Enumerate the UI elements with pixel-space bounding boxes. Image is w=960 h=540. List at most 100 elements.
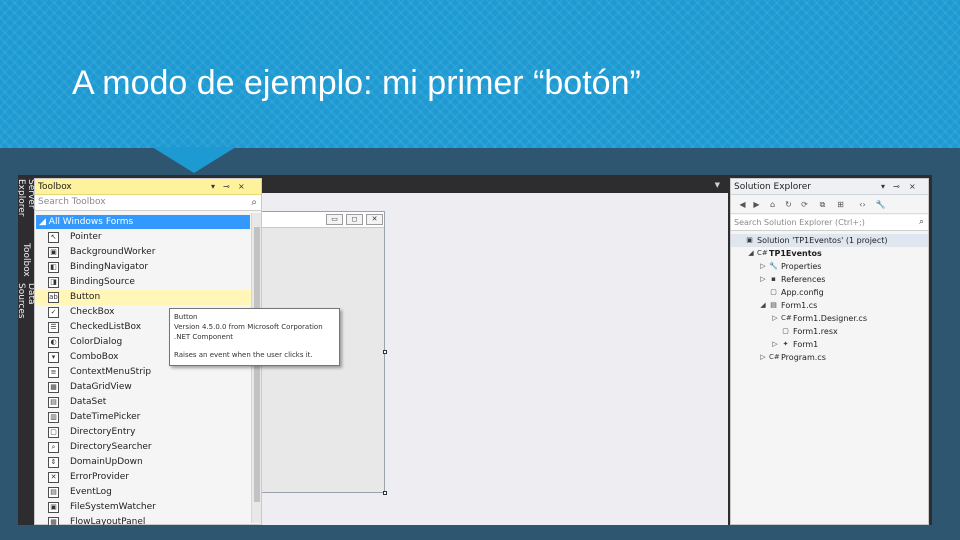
color-dialog-icon: ◐ — [48, 337, 59, 348]
combobox-icon: ▾ — [48, 352, 59, 363]
domain-updown-icon: ⇕ — [48, 457, 59, 468]
toolbox-item[interactable]: ⌕ DirectorySearcher — [35, 440, 251, 455]
filesystem-watcher-icon: ▣ — [48, 502, 59, 513]
ide-screenshot: Server Explorer Toolbox Data Sources ▼ ▭… — [18, 175, 932, 525]
toolbox-search[interactable]: Search Toolbox ⌕ — [35, 195, 261, 211]
solution-search-icon[interactable]: ⌕ — [919, 215, 924, 230]
binding-navigator-icon: ◧ — [48, 262, 59, 273]
toolbox-search-input[interactable]: Search Toolbox — [38, 197, 106, 207]
collapsed-arrow-icon[interactable]: ▷ — [771, 312, 779, 325]
toolbox-item-label: CheckBox — [70, 307, 115, 317]
tree-node[interactable]: ▣ Solution 'TP1Eventos' (1 project) — [731, 234, 928, 247]
toolbox-item[interactable]: ▤ EventLog — [35, 485, 251, 500]
toolbox-item[interactable]: ▦ FlowLayoutPanel — [35, 515, 251, 525]
toolbox-item[interactable]: ▤ DataSet — [35, 395, 251, 410]
forward-icon[interactable]: ▶ — [751, 199, 762, 210]
view-code-icon[interactable]: ‹› — [857, 199, 868, 210]
home-icon[interactable]: ⌂ — [767, 199, 778, 210]
toolbox-item-label: BindingNavigator — [70, 262, 149, 272]
toolbox-item-label: DomainUpDown — [70, 457, 143, 467]
collapsed-arrow-icon[interactable]: ▷ — [759, 351, 767, 364]
properties-wrench-icon[interactable]: 🔧 — [875, 199, 886, 210]
toolbox-item[interactable]: ▦ DataGridView — [35, 380, 251, 395]
toolbox-menu-icon[interactable]: ▾ — [211, 179, 215, 195]
sync-icon[interactable]: ↻ — [783, 199, 794, 210]
toolbox-item-label: ErrorProvider — [70, 472, 129, 482]
csharp-file-icon: C# — [781, 314, 792, 322]
resize-handle-corner[interactable] — [383, 491, 387, 495]
resize-handle-right[interactable] — [383, 350, 387, 354]
solution-explorer-close-icon[interactable]: × — [909, 179, 916, 195]
slide-header: A modo de ejemplo: mi primer “botón” — [0, 0, 960, 148]
toolbox-item[interactable]: ◨ BindingSource — [35, 275, 251, 290]
form-titlebar: ▭ ◻ ✕ — [251, 212, 384, 228]
collapsed-arrow-icon[interactable]: ▷ — [771, 338, 779, 351]
solution-tree: ▣ Solution 'TP1Eventos' (1 project) ◢ C# TP1… — [731, 234, 928, 364]
refresh-icon[interactable]: ⟳ — [799, 199, 810, 210]
toolbox-item[interactable]: ▢ DirectoryEntry — [35, 425, 251, 440]
datetimepicker-icon: ▥ — [48, 412, 59, 423]
close-icon[interactable]: ✕ — [366, 214, 383, 225]
toolbox-item[interactable]: ≡ ContextMenuStrip — [35, 365, 251, 380]
solution-search-input[interactable]: Search Solution Explorer (Ctrl+;) — [734, 218, 865, 227]
toolbox-item[interactable]: ⇕ DomainUpDown — [35, 455, 251, 470]
show-all-icon[interactable]: ⊞ — [835, 199, 846, 210]
toolbox-item-label: DataGridView — [70, 382, 132, 392]
toolbox-item-label: FlowLayoutPanel — [70, 517, 146, 525]
tree-node[interactable]: ▷ ▪ References — [731, 273, 928, 286]
dataset-icon: ▤ — [48, 397, 59, 408]
toolbox-title: Toolbox — [38, 182, 72, 192]
toolbox-group-all-windows-forms[interactable]: ◢ All Windows Forms — [36, 215, 250, 229]
tree-node-label: Properties — [781, 262, 822, 271]
pin-icon[interactable]: ⊸ — [223, 179, 230, 195]
search-icon[interactable]: ⌕ — [251, 195, 257, 210]
minimize-icon[interactable]: ▭ — [326, 214, 343, 225]
properties-icon: 🔧 — [769, 262, 778, 270]
expanded-arrow-icon[interactable]: ◢ — [747, 247, 755, 260]
toolbox-item[interactable]: ▣ BackgroundWorker — [35, 245, 251, 260]
toolbox-item[interactable]: ▥ DateTimePicker — [35, 410, 251, 425]
references-icon: ▪ — [771, 275, 776, 283]
toolbox-item[interactable]: ↖ Pointer — [35, 230, 251, 245]
tree-node-label: Solution 'TP1Eventos' (1 project) — [757, 236, 888, 245]
button-icon: ab — [48, 292, 59, 303]
collapsed-arrow-icon[interactable]: ▷ — [759, 260, 767, 273]
toolbox-item-label: ComboBox — [70, 352, 119, 362]
background-worker-icon: ▣ — [48, 247, 59, 258]
toolbox-item[interactable]: ◧ BindingNavigator — [35, 260, 251, 275]
tree-node[interactable]: ▢ App.config — [731, 286, 928, 299]
tree-node[interactable]: ◢ C# TP1Eventos — [731, 247, 928, 260]
solution-explorer-pin-icon[interactable]: ⊸ — [893, 179, 900, 195]
tree-node-label: App.config — [781, 288, 824, 297]
document-dropdown-icon[interactable]: ▼ — [715, 181, 720, 189]
collapsed-arrow-icon[interactable]: ▷ — [759, 273, 767, 286]
tree-node[interactable]: ▷ C# Program.cs — [731, 351, 928, 364]
binding-source-icon: ◨ — [48, 277, 59, 288]
solution-explorer-titlebar: Solution Explorer ▾ ⊸ × — [731, 179, 928, 195]
tree-node[interactable]: ▷ 🔧 Properties — [731, 260, 928, 273]
tab-toolbox[interactable]: Toolbox — [19, 241, 33, 279]
toolbox-item[interactable]: ✕ ErrorProvider — [35, 470, 251, 485]
toolbox-item[interactable]: ▣ FileSystemWatcher — [35, 500, 251, 515]
tree-node[interactable]: ▢ Form1.resx — [731, 325, 928, 338]
toolbox-item[interactable]: ab Button — [35, 290, 251, 305]
collapse-icon[interactable]: ⧉ — [817, 199, 828, 210]
solution-explorer-title: Solution Explorer — [734, 182, 811, 192]
toolbox-close-icon[interactable]: × — [238, 179, 245, 195]
datagridview-icon: ▦ — [48, 382, 59, 393]
pointer-icon: ↖ — [48, 232, 59, 243]
expanded-arrow-icon[interactable]: ◢ — [759, 299, 767, 312]
csharp-project-icon: C# — [757, 249, 768, 257]
toolbox-scrollbar[interactable] — [251, 213, 261, 523]
solution-explorer-menu-icon[interactable]: ▾ — [881, 179, 885, 195]
back-icon[interactable]: ◀ — [737, 199, 748, 210]
tab-server-explorer[interactable]: Server Explorer — [18, 179, 36, 235]
tree-node[interactable]: ▷ C# Form1.Designer.cs — [731, 312, 928, 325]
toolbox-item-label: Pointer — [70, 232, 102, 242]
tab-data-sources[interactable]: Data Sources — [18, 283, 36, 333]
maximize-icon[interactable]: ◻ — [346, 214, 363, 225]
tooltip-version: Version 4.5.0.0 from Microsoft Corporati… — [174, 323, 323, 331]
solution-explorer-search[interactable]: Search Solution Explorer (Ctrl+;) ⌕ — [731, 215, 928, 231]
tree-node[interactable]: ◢ ▤ Form1.cs — [731, 299, 928, 312]
tree-node[interactable]: ▷ ✦ Form1 — [731, 338, 928, 351]
